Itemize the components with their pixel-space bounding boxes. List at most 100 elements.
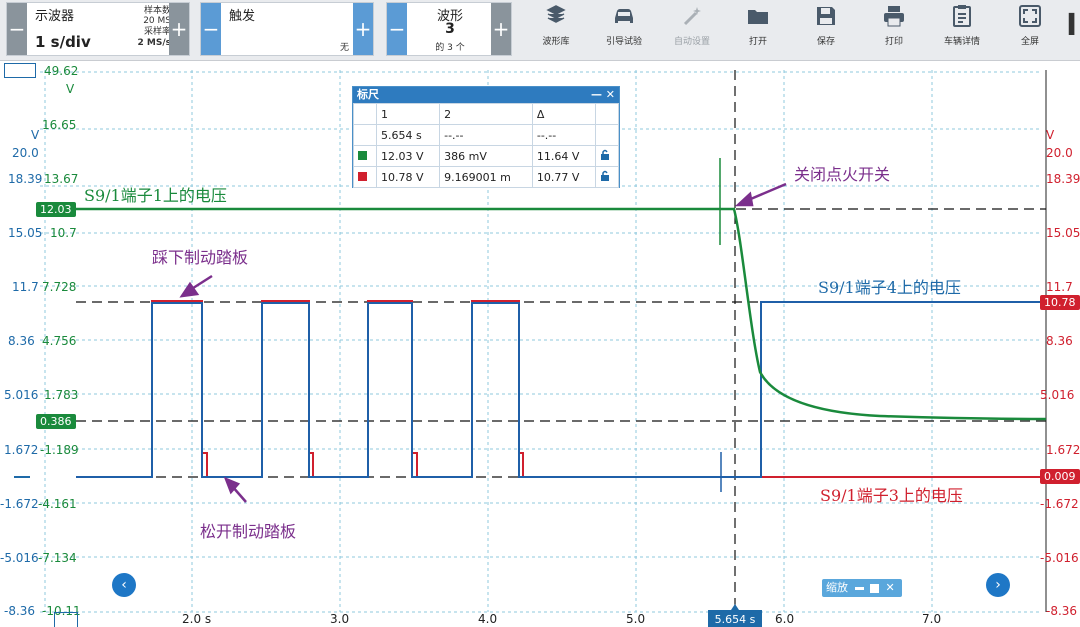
axis-unit: V — [31, 128, 40, 142]
axis-label: 1.672 — [4, 443, 39, 457]
red-zero-tag[interactable]: 0.009 — [1040, 469, 1080, 484]
axis-label: -8.36 — [1046, 604, 1078, 618]
ruler-time-1: 5.654 s — [375, 124, 441, 146]
zoom-label: 缩放 — [826, 581, 848, 594]
x-tick-label: 7.0 — [922, 612, 942, 626]
table-row: 12.03 V 386 mV 11.64 V — [353, 145, 619, 167]
green-level-tag[interactable]: 12.03 — [36, 202, 76, 217]
table-cell — [353, 166, 377, 188]
press-brake-label: 踩下制动踏板 — [152, 248, 249, 267]
axis-label: 8.36 — [8, 334, 35, 348]
wand-icon — [683, 7, 701, 26]
car-icon — [615, 9, 633, 23]
fullscreen-button[interactable]: 全屏 — [1000, 4, 1060, 56]
rate-label: 采样率 — [143, 27, 171, 37]
x-tick-label: 6.0 — [775, 612, 795, 626]
ruler-col-1-header: 1 — [375, 103, 441, 125]
trigger-control: − 触发 无 + — [200, 2, 374, 56]
axis-label: 13.67 — [44, 172, 79, 186]
guided-test-button[interactable]: 引导试验 — [594, 4, 654, 56]
lock-icon[interactable] — [595, 145, 619, 167]
axis-label: -4.161 — [38, 497, 77, 511]
axis-label: 20.0 — [1046, 146, 1073, 160]
samples-label: 样本数 — [143, 6, 171, 16]
waveform-library-button[interactable]: 波形库 — [526, 4, 586, 56]
ruler-delta-header: Δ — [531, 103, 597, 125]
scroll-left-button[interactable]: ‹ — [112, 573, 136, 597]
trigger-title: 触发 — [229, 9, 256, 24]
zoom-out-icon[interactable] — [854, 586, 864, 590]
ignition-off-label: 关闭点火开关 — [794, 165, 891, 184]
save-button[interactable]: 保存 — [796, 4, 856, 56]
red-trace — [76, 300, 1046, 478]
zoom-control[interactable]: 缩放 ✕ — [822, 579, 902, 597]
x-tick-label: 4.0 — [478, 612, 498, 626]
scroll-right-button[interactable]: › — [986, 573, 1010, 597]
save-label: 保存 — [816, 37, 835, 47]
axis-label: 10.7 — [50, 226, 77, 240]
blue-trace — [76, 301, 1046, 478]
ruler-time-2: --.-- — [439, 124, 533, 146]
x-scroll-handle[interactable] — [54, 612, 78, 627]
ruler-col-2-header: 2 — [439, 103, 533, 125]
red-level-tag[interactable]: 10.78 — [1040, 295, 1080, 310]
auto-setup-button[interactable]: 自动设置 — [662, 4, 722, 56]
print-button[interactable]: 打印 — [864, 4, 924, 56]
axis-label: 5.016 — [4, 388, 39, 402]
timebase-value[interactable]: 1 s/div — [35, 33, 91, 51]
ruler-window-controls[interactable]: — ✕ — [591, 87, 615, 103]
axis-label: 8.36 — [1046, 334, 1073, 348]
cursor-x-pointer — [731, 604, 739, 610]
red-swatch — [358, 171, 367, 181]
green-trace — [76, 207, 1047, 421]
ruler-table: 1 2 Δ 5.654 s --.-- --.-- 12.03 V 386 mV… — [353, 103, 619, 188]
table-cell — [595, 103, 619, 125]
table-row: 1 2 Δ — [353, 103, 619, 125]
timebase-title: 示波器 — [35, 9, 75, 24]
green-trace-label: S9/1端子1上的电压 — [84, 186, 227, 205]
zoom-fit-icon[interactable] — [870, 583, 879, 593]
axis-label: 4.756 — [42, 334, 77, 348]
open-button[interactable]: 打开 — [728, 4, 788, 56]
table-cell — [353, 124, 377, 146]
timebase-minus-button[interactable]: − — [7, 3, 27, 55]
x-tick-label: 2.0 s — [182, 612, 212, 626]
ruler-red-v1: 10.78 V — [375, 166, 441, 188]
waveform-plus-button[interactable]: + — [491, 3, 511, 55]
ruler-red-delta: 10.77 V — [531, 166, 597, 188]
green-swatch — [358, 150, 367, 160]
axis-label: 5.016 — [1040, 388, 1075, 402]
axis-label: -1.672 — [1040, 497, 1079, 511]
timebase-plus-button[interactable]: + — [169, 3, 189, 55]
library-icon — [546, 5, 566, 23]
print-icon — [884, 6, 904, 27]
ruler-header[interactable]: 标尺 — ✕ — [353, 87, 619, 103]
ruler-panel[interactable]: 标尺 — ✕ 1 2 Δ 5.654 s --.-- --.-- 12.03 V… — [352, 86, 620, 188]
print-label: 打印 — [884, 37, 903, 47]
axis-label: 16.65 — [42, 118, 77, 132]
trigger-minus-button[interactable]: − — [201, 3, 221, 55]
trigger-plus-button[interactable]: + — [353, 3, 373, 55]
clipboard-icon — [953, 5, 971, 27]
axis-label: 7.728 — [42, 280, 77, 294]
samples-value: 20 MS — [143, 16, 171, 26]
zoom-close-icon[interactable]: ✕ — [886, 581, 895, 594]
cursor-level-tag[interactable]: 0.386 — [36, 414, 76, 429]
left-zero-marker — [14, 476, 30, 478]
axis-label: 15.05 — [1046, 226, 1080, 240]
waveform-control: − 波形 3 的 3 个 + — [386, 2, 512, 56]
axis-label: 15.05 — [8, 226, 43, 240]
table-cell — [595, 124, 619, 146]
fullscreen-label: 全屏 — [1020, 37, 1039, 47]
trigger-value[interactable]: 无 — [321, 43, 349, 53]
toolbar: − 示波器 1 s/div 样本数 20 MS 采样率 2 MS/s + − 触… — [0, 0, 1080, 61]
table-row: 5.654 s --.-- --.-- — [353, 124, 619, 146]
timebase-control: − 示波器 1 s/div 样本数 20 MS 采样率 2 MS/s + — [6, 2, 190, 56]
axis-label: -8.36 — [4, 604, 36, 618]
vehicle-details-button[interactable]: 车辆详情 — [932, 4, 992, 56]
table-cell — [353, 145, 377, 167]
x-tick-label: 3.0 — [330, 612, 350, 626]
axis-label: 11.7 — [1046, 280, 1073, 294]
left-axis-top-marker[interactable] — [4, 63, 36, 78]
lock-icon[interactable] — [595, 166, 619, 188]
